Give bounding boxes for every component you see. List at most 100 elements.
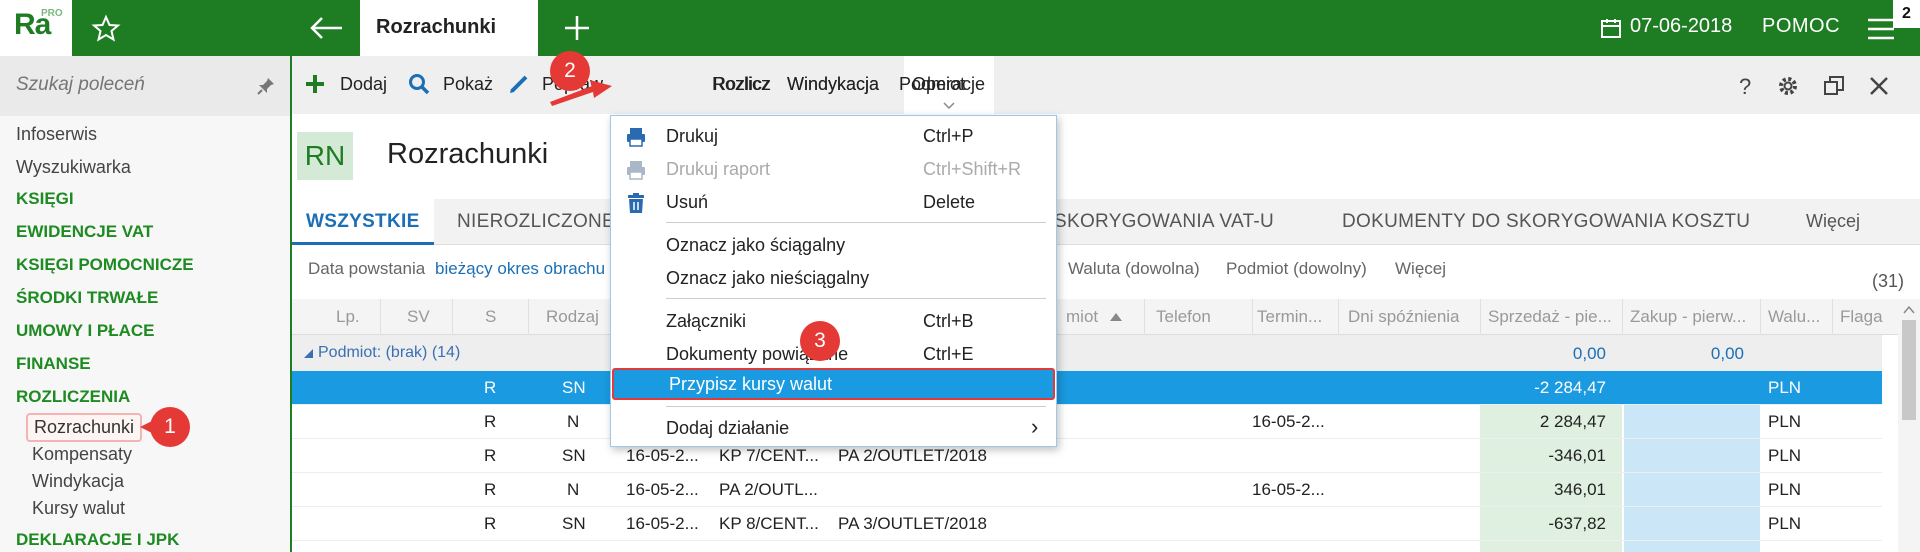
help-button[interactable]: POMOC	[1762, 15, 1840, 38]
hamburger-menu-icon[interactable]	[1866, 16, 1896, 42]
cell-termin: 16-05-2...	[1252, 412, 1325, 431]
record-count: (31)	[1872, 271, 1905, 291]
filter-more[interactable]: Więcej	[1395, 259, 1446, 279]
collapse-triangle-icon[interactable]	[304, 349, 313, 358]
svg-text:?: ?	[1739, 74, 1751, 98]
operations-menu: Drukuj Ctrl+P Drukuj raport Ctrl+Shift+R…	[610, 115, 1057, 447]
col-zakup[interactable]: Zakup - pierw...	[1630, 307, 1746, 327]
filter-entity[interactable]: Podmiot (dowolny)	[1226, 259, 1367, 279]
tab-more[interactable]: Więcej	[1806, 211, 1860, 232]
menu-separator	[666, 298, 1046, 299]
scroll-up-icon[interactable]	[1902, 304, 1916, 316]
menu-item-attachments-shortcut: Ctrl+B	[923, 311, 974, 331]
menu-item-print-label: Drukuj	[666, 126, 719, 146]
sidebar-section-ksiegi-pomocnicze[interactable]: KSIĘGI POMOCNICZE	[16, 255, 194, 275]
command-search-input[interactable]	[16, 74, 246, 96]
module-badge: RN	[297, 132, 353, 180]
cell-sprzedaz: -2 284,47	[1534, 378, 1606, 397]
menu-item-add-action-label: Dodaj działanie	[666, 418, 790, 438]
vertical-scrollbar[interactable]	[1898, 300, 1920, 552]
menu-item-mark-collectible[interactable]: Oznacz jako ściągalny	[611, 229, 1056, 261]
sort-up-icon	[1110, 313, 1122, 321]
favorites-star-icon[interactable]	[72, 0, 140, 56]
tab-skorygowania-vat[interactable]: SKORYGOWANIA VAT-U	[1054, 211, 1274, 233]
sidebar-section-umowy-i-place[interactable]: UMOWY I PŁACE	[16, 321, 155, 341]
settle-button-label[interactable]: Rozlicz	[713, 74, 771, 95]
pin-icon[interactable]	[256, 76, 276, 96]
filter-currency[interactable]: Waluta (dowolna)	[1068, 259, 1200, 279]
collection-button-label[interactable]: Windykacja	[787, 74, 879, 95]
cell-rodzaj: SN	[562, 446, 586, 465]
tab-dokumenty-do-skorygowania-kosztu[interactable]: DOKUMENTY DO SKORYGOWANIA KOSZTU	[1342, 211, 1750, 233]
back-arrow-icon[interactable]	[300, 8, 350, 48]
table-row[interactable]: R SN -2 284,47 PLN	[292, 371, 1882, 405]
sidebar-section-srodki-trwale[interactable]: ŚRODKI TRWAŁE	[16, 288, 158, 308]
menu-item-print-report[interactable]: Drukuj raport Ctrl+Shift+R	[611, 153, 1056, 185]
cell-s: R	[484, 412, 497, 431]
sidebar-section-deklaracje-i-jpk[interactable]: DEKLARACJE I JPK	[16, 530, 179, 550]
pencil-icon	[510, 75, 528, 93]
table-row[interactable]: R N 16-05-2... 2 284,47 PLN	[292, 405, 1882, 439]
cell-sprzedaz: -346,01	[1548, 446, 1606, 465]
annotation-marker-3: 3	[800, 321, 840, 361]
sidebar-item-wyszukiwarka[interactable]: Wyszukiwarka	[16, 157, 131, 178]
sidebar-section-rozliczenia[interactable]: ROZLICZENIA	[16, 387, 130, 407]
col-rodzaj[interactable]: Rodzaj	[546, 307, 599, 327]
col-podmiot[interactable]: miot	[1066, 307, 1098, 327]
table-row[interactable]: R N 16-05-2... PA 2/OUTL... 16-05-2... 3…	[292, 473, 1882, 507]
sidebar-section-finanse[interactable]: FINANSE	[16, 354, 91, 374]
sidebar-item-rozrachunki[interactable]: Rozrachunki	[26, 413, 143, 442]
menu-item-print-report-label: Drukuj raport	[666, 159, 771, 179]
col-s[interactable]: S	[485, 307, 496, 327]
menu-item-print[interactable]: Drukuj Ctrl+P	[611, 120, 1056, 152]
entity-button[interactable]: Podmiot	[899, 74, 965, 95]
cell-podmiot: PA 3/OUTLET/2018	[838, 514, 987, 533]
tab-rozrachunki-label: Rozrachunki	[376, 16, 497, 38]
restore-window-icon[interactable]	[1822, 74, 1846, 98]
col-sprzedaz[interactable]: Sprzedaż - pie...	[1488, 307, 1612, 327]
col-sv[interactable]: SV	[407, 307, 430, 327]
col-dni-spoznienia[interactable]: Dni spóźnienia	[1348, 307, 1460, 327]
gear-icon[interactable]	[1776, 74, 1800, 98]
sidebar-item-kursy-walut[interactable]: Kursy walut	[32, 498, 125, 519]
sidebar-item-windykacja[interactable]: Windykacja	[32, 471, 124, 492]
filter-date-label: Data powstania	[308, 259, 426, 278]
cell-numer: KP 7/CENT...	[719, 446, 819, 465]
menu-item-add-action[interactable]: Dodaj działanie ›	[611, 412, 1056, 444]
table-row[interactable]: R SN 16-05-2... KP 7/CENT... PA 2/OUTLET…	[292, 439, 1882, 473]
tab-nierozliczone[interactable]: NIEROZLICZONE	[457, 211, 615, 233]
sidebar-item-infoserwis[interactable]: Infoserwis	[16, 124, 97, 145]
table-row[interactable]: R SN 16-05-2... KP 8/CENT... PA 3/OUTLET…	[292, 507, 1882, 541]
tab-rozrachunki[interactable]: Rozrachunki	[360, 0, 538, 56]
col-telefon[interactable]: Telefon	[1156, 307, 1211, 327]
menu-item-mark-uncollectible[interactable]: Oznacz jako nieściągalny	[611, 262, 1056, 294]
col-lp[interactable]: Lp.	[336, 307, 360, 327]
cell-sprzedaz: 346,01	[1554, 480, 1606, 499]
group-row[interactable]: Podmiot: (brak) (14) 0,00 0,00	[292, 335, 1882, 371]
help-icon[interactable]: ?	[1732, 74, 1756, 98]
menu-separator	[666, 222, 1046, 223]
cell-waluta: PLN	[1768, 514, 1802, 533]
col-termin[interactable]: Termin...	[1257, 307, 1322, 327]
menu-item-delete[interactable]: Usuń Delete	[611, 186, 1056, 218]
col-flaga[interactable]: Flaga	[1840, 307, 1883, 327]
scroll-thumb[interactable]	[1902, 320, 1916, 420]
annotation-marker-1: 1	[150, 407, 190, 447]
app-logo[interactable]: Ra PRO	[0, 0, 72, 56]
col-waluta[interactable]: Walu...	[1768, 307, 1820, 327]
notification-badge: 2	[1893, 0, 1920, 28]
cell-sprzedaz: 2 284,47	[1539, 412, 1606, 431]
cell-waluta: PLN	[1768, 378, 1802, 397]
add-button[interactable]: Dodaj	[340, 74, 387, 95]
sidebar-section-ksiegi[interactable]: KSIĘGI	[16, 189, 74, 209]
menu-item-print-report-shortcut: Ctrl+Shift+R	[923, 159, 1022, 179]
tab-wszystkie[interactable]: WSZYSTKIE	[292, 199, 434, 245]
top-bar: Ra PRO Rozrachunki 07-06-2018 POMOC 2	[0, 0, 1920, 56]
show-button[interactable]: Pokaż	[443, 74, 493, 95]
sidebar-section-ewidencje-vat[interactable]: EWIDENCJE VAT	[16, 222, 153, 242]
add-tab-plus-icon[interactable]	[555, 8, 599, 48]
close-icon[interactable]	[1867, 74, 1891, 98]
filter-date-value[interactable]: bieżący okres obrachu	[435, 259, 605, 279]
sidebar-item-kompensaty[interactable]: Kompensaty	[32, 444, 132, 465]
menu-item-assign-exchange-rates[interactable]: Przypisz kursy walut	[612, 368, 1055, 400]
